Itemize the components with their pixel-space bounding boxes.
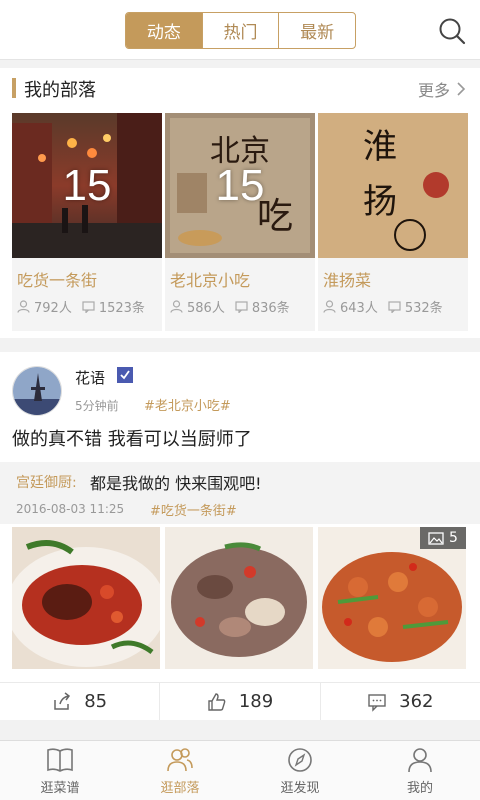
more-link[interactable]: 更多 <box>418 77 466 101</box>
tribe-name: 老北京小吃 <box>170 271 251 290</box>
tribe-card-huaiyang[interactable]: 淮 扬 淮扬菜 643人 532条 <box>318 113 468 331</box>
post-tag[interactable]: #老北京小吃# <box>144 395 231 414</box>
tribe-count: 15 <box>215 160 265 210</box>
quote-text: 都是我做的 快来围观吧! <box>90 474 262 493</box>
tribe-stats: 792人 1523条 <box>17 297 145 316</box>
chevron-right-icon <box>457 82 466 96</box>
tribe-posts: 1523条 <box>98 301 145 316</box>
share-button[interactable]: 85 <box>0 683 161 720</box>
tribe-stats: 586人 836条 <box>170 297 290 316</box>
nav-discover[interactable]: 逛发现 <box>240 741 360 800</box>
verified-badge-icon <box>117 367 133 383</box>
tribe-image-street: 15 <box>12 113 162 258</box>
message-icon <box>82 301 95 313</box>
comment-button[interactable]: 362 <box>321 683 480 720</box>
nav-profile[interactable]: 我的 <box>360 741 480 800</box>
nav-recipes[interactable]: 逛菜谱 <box>0 741 120 800</box>
avatar[interactable] <box>12 366 62 416</box>
feed-post: 花语 5分钟前 #老北京小吃# 做的真不错 我看可以当厨师了 宫廷御厨: 都是我… <box>0 352 480 720</box>
comment-count: 362 <box>399 691 434 712</box>
photo-count-badge: 5 <box>420 527 466 549</box>
like-button[interactable]: 189 <box>160 683 321 720</box>
tribe-stats: 643人 532条 <box>323 297 443 316</box>
tab-hot[interactable]: 热门 <box>203 13 280 48</box>
my-tribes-title: 我的部落 <box>24 80 96 101</box>
person-icon <box>17 300 30 313</box>
post-photo-3[interactable]: 5 <box>318 527 466 669</box>
bottom-navigation: 逛菜谱 逛部落 逛发现 我的 <box>0 740 480 800</box>
tab-dynamic[interactable]: 动态 <box>126 13 203 48</box>
section-marker <box>12 78 16 98</box>
person-icon <box>323 300 336 313</box>
post-photo-1[interactable] <box>12 527 160 669</box>
tribe-members: 792人 <box>34 301 72 316</box>
thumbs-up-icon <box>208 692 226 711</box>
quote-tag[interactable]: #吃货一条街# <box>150 500 237 519</box>
post-actions: 85 189 362 <box>0 682 480 720</box>
nav-discover-label: 逛发现 <box>280 780 320 796</box>
tribe-card-laobeijing[interactable]: 北京 吃 15 老北京小吃 586人 836条 <box>165 113 315 331</box>
tribe-name: 吃货一条街 <box>17 271 98 290</box>
post-time: 5分钟前 <box>75 399 119 413</box>
post-text: 做的真不错 我看可以当厨师了 <box>12 429 252 450</box>
tribe-image-huaiyang: 淮 扬 <box>318 113 468 258</box>
tribe-posts: 836条 <box>251 301 290 316</box>
section-divider <box>0 60 480 68</box>
share-icon <box>54 691 71 710</box>
tribe-card-chihuo[interactable]: 15 吃货一条街 792人 1523条 <box>12 113 162 331</box>
share-count: 85 <box>84 691 108 712</box>
person-icon <box>170 300 183 313</box>
person-icon <box>408 747 432 772</box>
tribe-image-beijing: 北京 吃 15 <box>165 113 315 258</box>
tab-latest[interactable]: 最新 <box>279 13 355 48</box>
tribe-members: 643人 <box>340 301 378 316</box>
comment-icon <box>368 693 386 712</box>
nav-tribes[interactable]: 逛部落 <box>120 741 240 800</box>
feed-segment-control: 动态 热门 最新 <box>125 12 356 49</box>
image-icon <box>428 531 444 545</box>
quoted-post[interactable]: 宫廷御厨: 都是我做的 快来围观吧! 2016-08-03 11:25 #吃货一… <box>0 462 480 524</box>
quote-time: 2016-08-03 11:25 <box>16 502 125 516</box>
like-count: 189 <box>238 691 274 712</box>
tribe-count: 15 <box>62 160 112 210</box>
book-icon <box>47 747 73 772</box>
tribe-posts: 532条 <box>404 301 443 316</box>
nav-profile-label: 我的 <box>406 780 433 796</box>
photo-count: 5 <box>449 530 458 546</box>
post-photo-2[interactable] <box>165 527 313 669</box>
tribe-name: 淮扬菜 <box>323 271 372 290</box>
compass-icon <box>288 747 312 772</box>
nav-recipes-label: 逛菜谱 <box>40 780 80 796</box>
quote-author[interactable]: 宫廷御厨: <box>16 472 77 492</box>
top-header: 动态 热门 最新 <box>0 0 480 60</box>
tribe-count <box>318 113 468 258</box>
tribe-members: 586人 <box>187 301 225 316</box>
more-label: 更多 <box>417 81 450 100</box>
post-author[interactable]: 花语 <box>75 367 105 388</box>
group-icon <box>167 747 193 771</box>
section-divider <box>0 338 480 352</box>
my-tribes-header: 我的部落 更多 <box>0 68 480 108</box>
search-icon[interactable] <box>437 16 467 46</box>
section-divider <box>0 720 480 740</box>
nav-tribes-label: 逛部落 <box>160 780 200 796</box>
message-icon <box>235 301 248 313</box>
message-icon <box>388 301 401 313</box>
